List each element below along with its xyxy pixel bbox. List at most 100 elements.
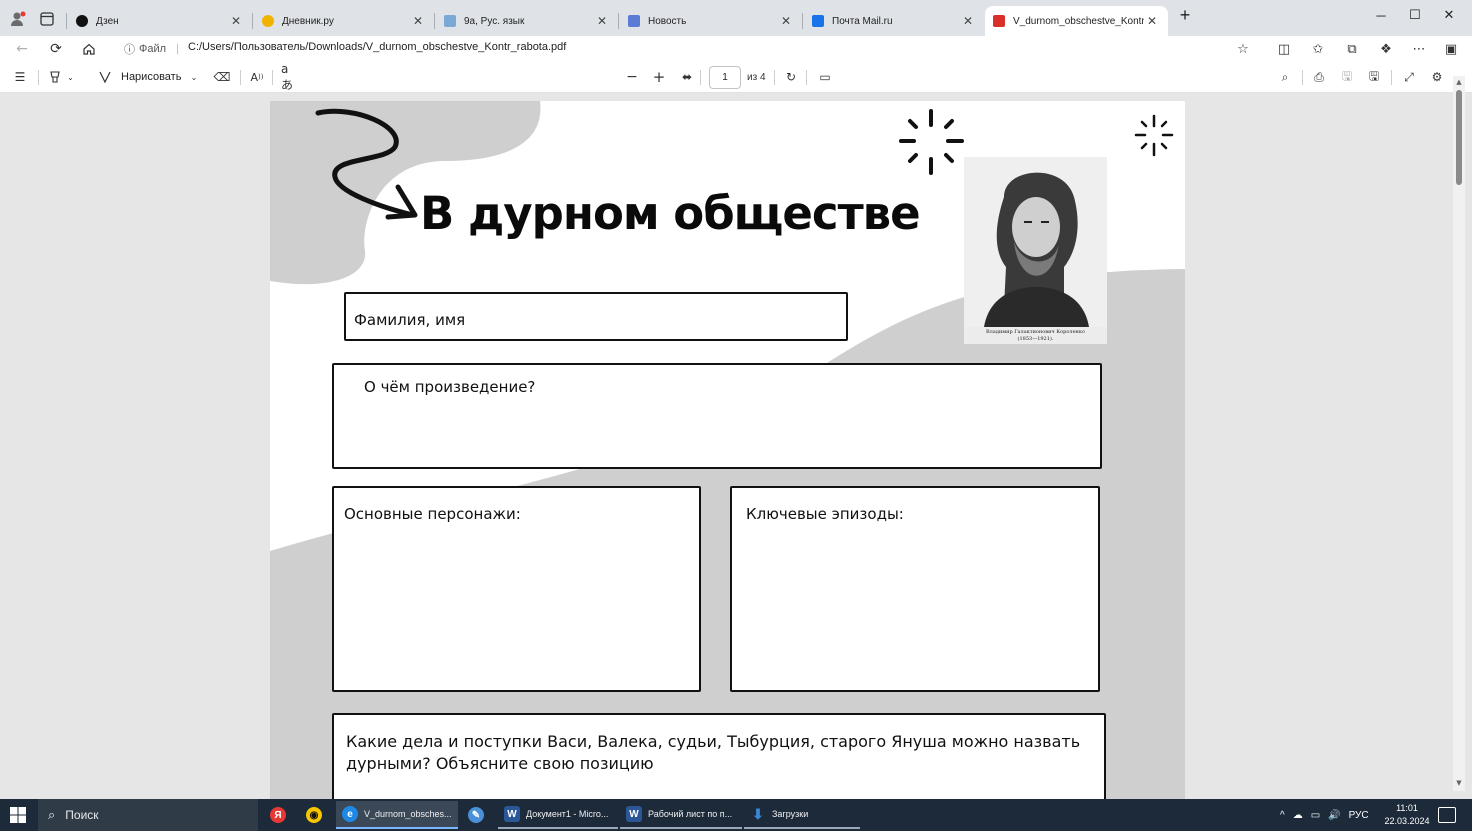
close-window-button[interactable]: ✕ (1434, 6, 1464, 24)
more-icon[interactable]: ⋯ (1409, 39, 1429, 59)
back-icon[interactable]: ← (12, 39, 32, 59)
collections-icon[interactable]: ⧉ (1342, 39, 1362, 59)
question-label-line1: Какие дела и поступки Васи, Валека, судь… (346, 732, 1081, 751)
page-count: из 4 (747, 72, 766, 83)
tab-5[interactable]: V_durnom_obschestve_Kontr_rab ✕ (985, 6, 1168, 36)
chevron-up-icon[interactable]: ^ (1280, 810, 1285, 821)
close-icon[interactable]: ✕ (594, 14, 610, 28)
zoom-in-icon[interactable]: + (651, 68, 667, 86)
windows-start-icon[interactable] (10, 807, 26, 823)
word-icon: W (626, 806, 642, 822)
notifications-icon[interactable] (1438, 807, 1456, 823)
page-number-input[interactable] (709, 66, 741, 89)
fullscreen-icon[interactable]: ⤢ (1401, 68, 1417, 86)
vertical-scrollbar[interactable]: ▲ ▼ (1453, 76, 1465, 791)
edge-icon: e (342, 806, 358, 822)
dnevnik-favicon-icon (262, 15, 274, 27)
home-icon[interactable] (79, 39, 99, 59)
scrollbar-thumb[interactable] (1456, 90, 1462, 185)
dzen-favicon-icon (76, 15, 88, 27)
clock[interactable]: 11:01 22.03.2024 (1384, 802, 1430, 828)
pdf-favicon-icon (993, 15, 1005, 27)
read-aloud-icon[interactable]: A)) (248, 68, 266, 86)
portrait-caption: Владимир Галактионович Короленко (985, 329, 1086, 335)
translate-icon[interactable]: aあ (281, 62, 299, 92)
pdf-viewer[interactable]: В дурном обществе Владимир Галактионович… (0, 93, 1472, 799)
eraser-icon[interactable]: ⌫ (213, 68, 231, 86)
address-bar: ← ⟳ ⓘ Файл | C:/Users/Пользователь/Downl… (0, 36, 1472, 62)
taskbar-app-word-1[interactable]: W Документ1 - Micro... (498, 801, 618, 829)
print-icon[interactable]: ⎙ (1311, 68, 1327, 86)
taskbar-search[interactable]: ⌕ Поиск (38, 799, 258, 831)
favorites-icon[interactable]: ✩ (1308, 39, 1328, 59)
name-field-box[interactable]: Фамилия, имя (344, 292, 848, 341)
site-info[interactable]: ⓘ Файл | (124, 41, 179, 57)
sidebar-icon[interactable]: ▣ (1441, 39, 1461, 59)
close-icon[interactable]: ✕ (228, 14, 244, 28)
tab-strip: Дзен ✕ Дневник.ру ✕ 9а, Рус. язык ✕ Ново… (0, 0, 1472, 36)
taskbar: ⌕ Поиск Я ◉ e V_durnom_obsches... ✎ W До… (0, 799, 1472, 831)
save-icon[interactable]: 🖫 (1339, 68, 1355, 86)
split-screen-icon[interactable]: ◫ (1274, 39, 1294, 59)
tab-4[interactable]: Почта Mail.ru ✕ (804, 6, 984, 36)
favorite-star-icon[interactable]: ☆ (1233, 39, 1253, 59)
close-icon[interactable]: ✕ (410, 14, 426, 28)
download-arrow-icon: ⬇ (752, 805, 764, 822)
episodes-field-box[interactable]: Ключевые эпизоды: (730, 486, 1100, 692)
close-icon[interactable]: ✕ (960, 14, 976, 28)
scroll-up-icon[interactable]: ▲ (1453, 78, 1465, 88)
portrait-caption-dates: (1853—1921). (1017, 336, 1054, 342)
settings-gear-icon[interactable]: ⚙ (1429, 68, 1445, 86)
close-icon[interactable]: ✕ (1144, 14, 1160, 28)
name-field-label: Фамилия, имя (354, 311, 466, 329)
fit-width-icon[interactable]: ⬌ (679, 68, 695, 86)
network-icon[interactable]: ▭ (1311, 810, 1320, 821)
contents-icon[interactable]: ☰ (12, 68, 28, 86)
paint-icon[interactable]: ✎ (462, 801, 490, 829)
maximize-button[interactable]: ☐ (1400, 6, 1430, 24)
refresh-icon[interactable]: ⟳ (46, 39, 66, 59)
characters-field-box[interactable]: Основные персонажи: (332, 486, 701, 692)
info-icon: ⓘ (124, 44, 135, 56)
taskbar-app-edge[interactable]: e V_durnom_obsches... (336, 801, 458, 829)
question-field-box[interactable]: Какие дела и поступки Васи, Валека, судь… (332, 713, 1106, 799)
onedrive-icon[interactable]: ☁ (1293, 810, 1303, 821)
language-indicator[interactable]: РУС (1349, 810, 1369, 821)
tab-1[interactable]: Дневник.ру ✕ (254, 6, 434, 36)
pdf-page: В дурном обществе Владимир Галактионович… (270, 101, 1185, 799)
zoom-out-icon[interactable]: − (624, 68, 640, 86)
scroll-down-icon[interactable]: ▼ (1453, 779, 1465, 789)
mail-favicon-icon (812, 15, 824, 27)
tab-actions-icon[interactable] (37, 9, 57, 29)
system-tray: ^ ☁ ▭ 🔊 РУС (1280, 799, 1369, 831)
draw-icon[interactable] (97, 68, 113, 86)
yandex-browser-icon[interactable]: Я (264, 801, 292, 829)
save-as-icon[interactable]: 🖫 (1366, 68, 1382, 86)
page-view-icon[interactable]: ▭ (817, 68, 833, 86)
tab-2[interactable]: 9а, Рус. язык ✕ (436, 6, 618, 36)
new-tab-button[interactable]: + (1170, 5, 1200, 25)
taskbar-app-word-2[interactable]: W Рабочий лист по п... (620, 801, 742, 829)
taskbar-app-downloads[interactable]: ⬇ Загрузки (744, 801, 860, 829)
highlight-icon[interactable]: ⌄ (46, 68, 76, 86)
url-field[interactable]: C:/Users/Пользователь/Downloads/V_durnom… (188, 41, 566, 53)
tab-3[interactable]: Новость ✕ (620, 6, 802, 36)
news-favicon-icon (628, 15, 640, 27)
tab-0[interactable]: Дзен ✕ (68, 6, 252, 36)
volume-icon[interactable]: 🔊 (1328, 810, 1340, 821)
yandex-music-icon[interactable]: ◉ (300, 801, 328, 829)
minimize-button[interactable]: ─ (1366, 6, 1396, 24)
extensions-icon[interactable]: ❖ (1376, 39, 1396, 59)
about-field-box[interactable]: О чём произведение? (332, 363, 1102, 469)
sparkle-icon (1134, 114, 1174, 157)
word-icon: W (504, 806, 520, 822)
rotate-icon[interactable]: ↻ (783, 68, 799, 86)
search-icon: ⌕ (48, 807, 56, 822)
search-icon[interactable]: ⌕ (1277, 68, 1293, 86)
document-title: В дурном обществе (420, 187, 921, 240)
author-portrait: Владимир Галактионович Короленко (1853—1… (964, 157, 1107, 344)
chevron-down-icon[interactable]: ⌄ (188, 68, 200, 86)
draw-button[interactable]: Нарисовать (121, 71, 181, 83)
profile-icon[interactable] (8, 9, 28, 29)
close-icon[interactable]: ✕ (778, 14, 794, 28)
